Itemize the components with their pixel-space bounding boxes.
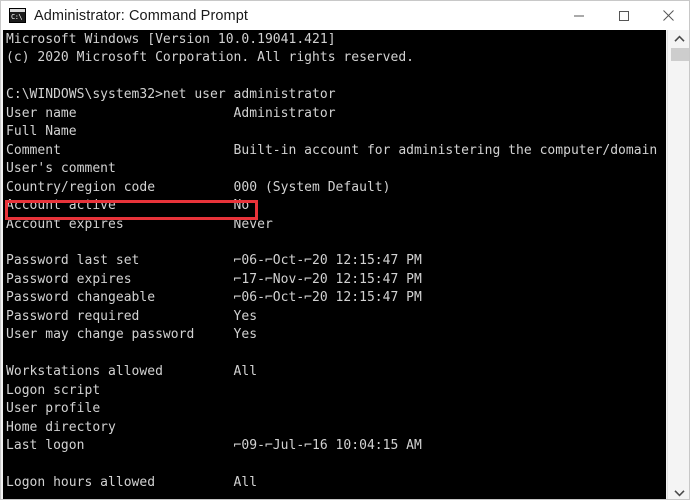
scroll-up-arrow[interactable]: [668, 30, 689, 47]
scroll-down-arrow[interactable]: [668, 484, 689, 499]
console-area: Microsoft Windows [Version 10.0.19041.42…: [1, 30, 689, 499]
chevron-up-icon: [674, 34, 685, 42]
chevron-down-icon: [674, 489, 685, 497]
command-prompt-window: C:\ Administrator: Command Prompt Micros…: [0, 0, 690, 500]
close-button[interactable]: [646, 1, 689, 30]
window-title: Administrator: Command Prompt: [34, 7, 249, 24]
title-bar[interactable]: C:\ Administrator: Command Prompt: [1, 1, 689, 30]
terminal-output[interactable]: Microsoft Windows [Version 10.0.19041.42…: [3, 30, 666, 499]
maximize-button[interactable]: [601, 1, 646, 30]
vertical-scrollbar[interactable]: [667, 30, 689, 499]
close-icon: [663, 10, 674, 21]
maximize-icon: [618, 10, 629, 21]
console-icon-prompt-text: C:\: [11, 13, 23, 21]
scrollbar-track[interactable]: [668, 47, 689, 484]
minimize-icon: [573, 15, 584, 16]
scroll-thumb[interactable]: [671, 48, 689, 61]
minimize-button[interactable]: [556, 1, 601, 30]
terminal-text: Microsoft Windows [Version 10.0.19041.42…: [6, 32, 658, 490]
console-icon: C:\: [9, 8, 26, 23]
